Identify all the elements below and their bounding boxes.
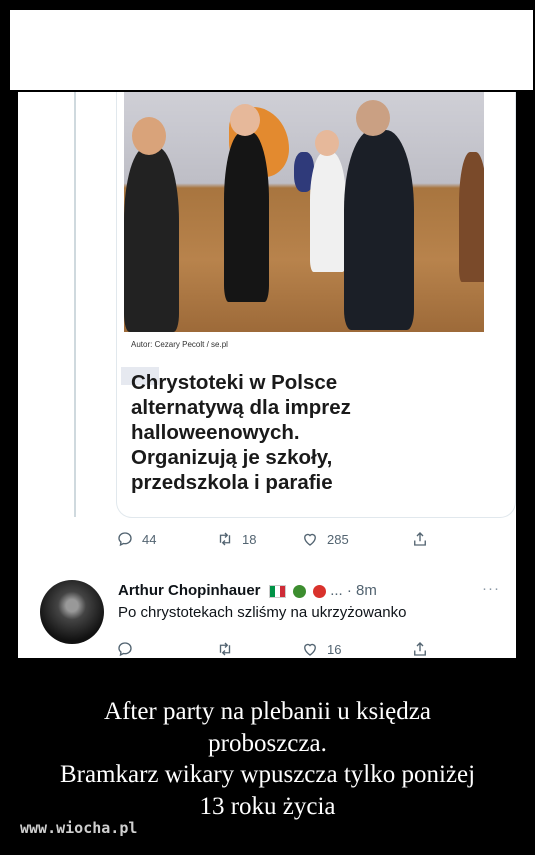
article-photo (124, 92, 484, 332)
share-icon (414, 532, 426, 546)
retweet-count: 18 (242, 531, 257, 547)
priest (344, 130, 414, 330)
share-icon (414, 642, 426, 656)
girl-striped-shirt (124, 147, 179, 332)
person-head (230, 104, 260, 136)
person-head (315, 130, 339, 156)
reply-icon (118, 532, 132, 547)
top-white-panel (10, 10, 533, 90)
timestamp: ... · 8m (330, 582, 377, 599)
heart-icon (304, 643, 316, 656)
retweet-icon (219, 642, 231, 656)
reply-count: 44 (142, 531, 157, 547)
tomato-icon (313, 584, 327, 598)
author-name[interactable]: Arthur Chopinhauer (118, 582, 261, 599)
post-actions: 44 18 285 (116, 528, 446, 550)
more-options-icon[interactable]: ··· (482, 580, 500, 597)
reply-button[interactable]: 44 (116, 530, 216, 548)
thread-line (74, 92, 76, 517)
broccoli-icon (292, 584, 306, 598)
person-head (356, 100, 390, 136)
retweet-button[interactable]: 18 (216, 530, 301, 548)
like-button[interactable]: 16 (301, 640, 411, 658)
meme-caption: After party na plebanii u księdza probos… (59, 698, 476, 820)
reply-icon (118, 642, 132, 657)
woman-black-top (224, 132, 269, 302)
retweet-button[interactable] (216, 640, 301, 658)
share-button[interactable] (411, 530, 429, 548)
retweet-icon (219, 532, 231, 546)
reply-button[interactable] (116, 640, 216, 658)
watermark: www.wiocha.pl (20, 819, 138, 837)
photo-credit: Autor: Cezary Pecolt / se.pl (131, 340, 228, 349)
share-button[interactable] (411, 640, 429, 658)
avatar[interactable] (40, 580, 104, 644)
reply-actions: 16 (116, 640, 446, 658)
article-headline[interactable]: Chrystoteki w Polsce alternatywą dla imp… (131, 370, 461, 495)
person-head (132, 117, 166, 155)
tweet-screenshot: Autor: Cezary Pecolt / se.pl Chrystoteki… (18, 92, 516, 658)
background-person (459, 152, 484, 282)
heart-icon (304, 533, 316, 546)
girl-white-shirt (310, 152, 346, 272)
article-card[interactable]: Autor: Cezary Pecolt / se.pl Chrystoteki… (116, 92, 516, 518)
like-button[interactable]: 285 (301, 530, 411, 548)
reply-text: Po chrystotekach szliśmy na ukrzyżowanko (118, 604, 407, 621)
reply-author-line: Arthur Chopinhauer ... · 8m (118, 582, 377, 599)
like-count: 16 (327, 641, 342, 657)
like-count: 285 (327, 531, 349, 547)
italy-flag-icon (268, 584, 286, 598)
